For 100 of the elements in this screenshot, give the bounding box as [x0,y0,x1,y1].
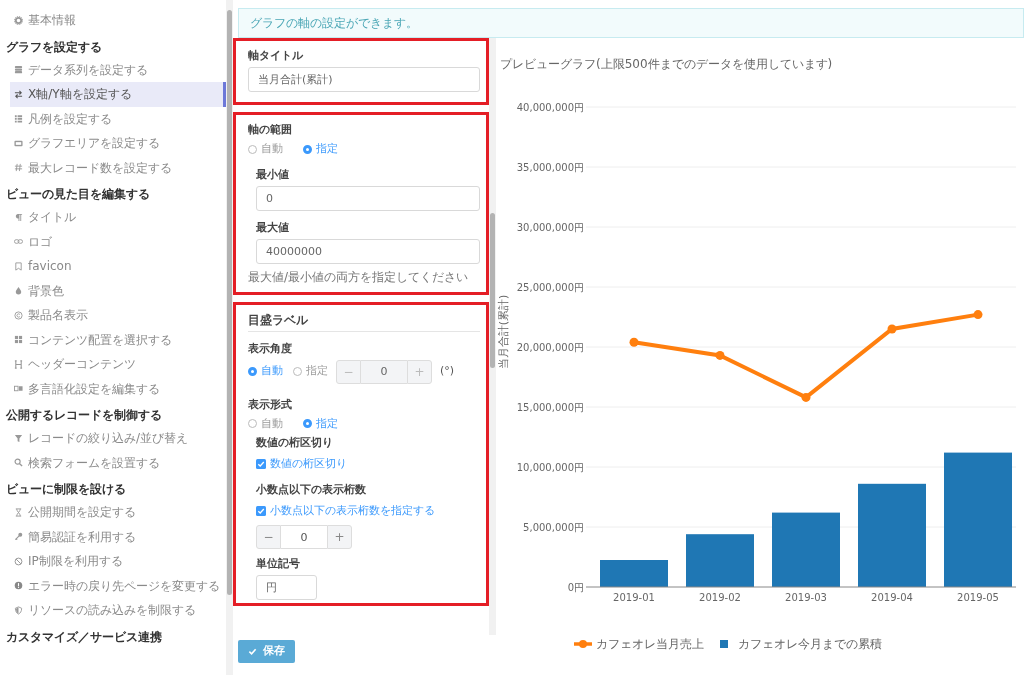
axis-tick-label: 2019-03 [785,592,827,603]
hourglass-icon [14,507,23,517]
axis-tick-label: 5,000,000円 [523,522,584,533]
field-label: 軸の範囲 [248,123,293,137]
point [715,350,725,360]
axis-tick-label: 15,000,000円 [516,402,584,413]
axis-title: 当月合計(累計) [497,294,510,370]
sidebar-item[interactable]: 公開期間を設定する [10,500,226,525]
checkbox-label: 数値の桁区切り [270,456,347,472]
axis-tick-label: 40,000,000円 [516,102,584,113]
radio-label: 自動 [261,363,283,380]
plus-button[interactable]: + [327,525,352,549]
sidebar-item[interactable]: グラフエリアを設定する [10,131,226,156]
filter-icon [14,433,23,443]
sidebar-item[interactable]: 簡易認証を利用する [10,524,226,549]
sidebar-item[interactable]: 最大レコード数を設定する [10,155,226,180]
section-heading: ビューに制限を設ける [5,481,127,498]
alert-icon [14,581,23,591]
header-icon [14,359,23,369]
radio-label: 指定 [316,141,338,157]
section-heading: ビューの見た目を編集する [5,186,151,203]
section-heading: カスタマイズ／サービス連携 [5,628,163,646]
help-text: 最大値/最小値の両方を指定してください [248,268,470,286]
hash-icon [14,163,23,173]
axis-tick-label: 2019-02 [699,592,741,603]
legend-label: カフェオレ当月売上 [596,637,704,651]
number-field[interactable]: 0 [281,525,327,549]
input-field[interactable]: 当月合計(累計) [248,67,480,92]
radio-button[interactable] [293,367,302,376]
sidebar-item[interactable]: リソースの読み込みを制限する [10,598,226,623]
info-alert: グラフの軸の設定ができます。 [238,8,1024,38]
radio-label: 自動 [261,415,283,432]
radio-button[interactable] [248,367,257,376]
field-label: 単位記号 [256,557,301,571]
axis-tick-label: 30,000,000円 [516,222,584,233]
sidebar-item[interactable]: エラー時の戻り先ページを変更する [10,573,226,598]
grid-icon [14,335,23,345]
list-icon [14,114,23,124]
database-icon [14,65,23,75]
ban-icon [14,556,23,566]
point [887,324,897,334]
sidebar-item[interactable]: タイトル [10,205,226,230]
sidebar-item[interactable]: 背景色 [10,278,226,303]
sidebar-item[interactable]: IP制限を利用する [10,549,226,574]
radio-button[interactable] [248,419,257,429]
sidebar-item[interactable]: 基本情報 [10,8,226,33]
unit-label: (°) [440,363,455,380]
key-icon [14,532,23,542]
field-label: 表示形式 [248,397,293,412]
axis-tick-label: 2019-01 [613,592,655,603]
search-icon [14,458,23,468]
sidebar-item[interactable]: X軸/Y軸を設定する [10,82,226,107]
legend-label: カフェオレ今月までの累積 [738,637,882,651]
copyright-icon [14,310,23,320]
gear-icon [14,15,23,25]
radio-button[interactable] [303,419,312,429]
sidebar-item[interactable]: 多言語化設定を編集する [10,376,226,401]
field-label: 軸タイトル [248,49,304,63]
field-label: 最大値 [256,220,290,235]
sidebar-item[interactable]: 凡例を設定する [10,106,226,131]
input-field[interactable]: 円 [256,575,317,600]
scrollbar-thumb[interactable] [227,10,232,595]
sidebar-item[interactable]: ロゴ [10,229,226,254]
shield-icon [14,605,23,615]
save-button[interactable]: 保存 [238,640,295,663]
sidebar-item[interactable]: ヘッダーコンテンツ [10,352,226,377]
checkbox[interactable] [256,505,266,516]
field-label: 小数点以下の表示桁数 [256,482,367,497]
checkbox-label: 小数点以下の表示桁数を指定する [270,502,435,519]
axis-tick-label: 10,000,000円 [516,462,584,473]
axis-tick-label: 25,000,000円 [516,282,584,293]
sidebar-item[interactable]: コンテンツ配置を選択する [10,327,226,352]
field-label: 表示角度 [248,341,293,356]
bookmark-icon [14,261,23,271]
radio-button[interactable] [248,144,257,154]
link-icon [14,237,23,247]
check-icon [248,647,257,656]
section-heading: 公開するレコードを制御する [5,407,163,424]
sidebar-item[interactable]: レコードの絞り込み/並び替え [10,426,226,451]
droplet-icon [14,286,23,296]
input-field[interactable]: 0 [256,185,480,211]
section-title: 目盛ラベル [248,312,480,332]
input-field[interactable]: 40000000 [256,238,480,264]
point [801,392,811,402]
radio-button[interactable] [303,144,312,154]
sidebar-item[interactable]: データ系列を設定する [10,57,226,82]
paragraph-icon [14,212,23,222]
radio-label: 指定 [306,363,328,380]
radio-label: 指定 [316,415,338,432]
axis-tick-label: 2019-05 [957,592,999,603]
point [973,310,983,320]
swap-arrows-icon [14,89,23,99]
sidebar-item[interactable]: favicon [10,254,226,279]
sidebar-item[interactable]: 製品名表示 [10,303,226,328]
chart-title: プレビューグラフ(上限500件までのデータを使用しています) [500,57,833,71]
minus-button[interactable]: − [256,525,281,549]
language-icon [14,384,23,394]
checkbox[interactable] [256,459,266,470]
scrollbar-thumb[interactable] [490,213,495,368]
sidebar-item[interactable]: 検索フォームを設置する [10,450,226,475]
